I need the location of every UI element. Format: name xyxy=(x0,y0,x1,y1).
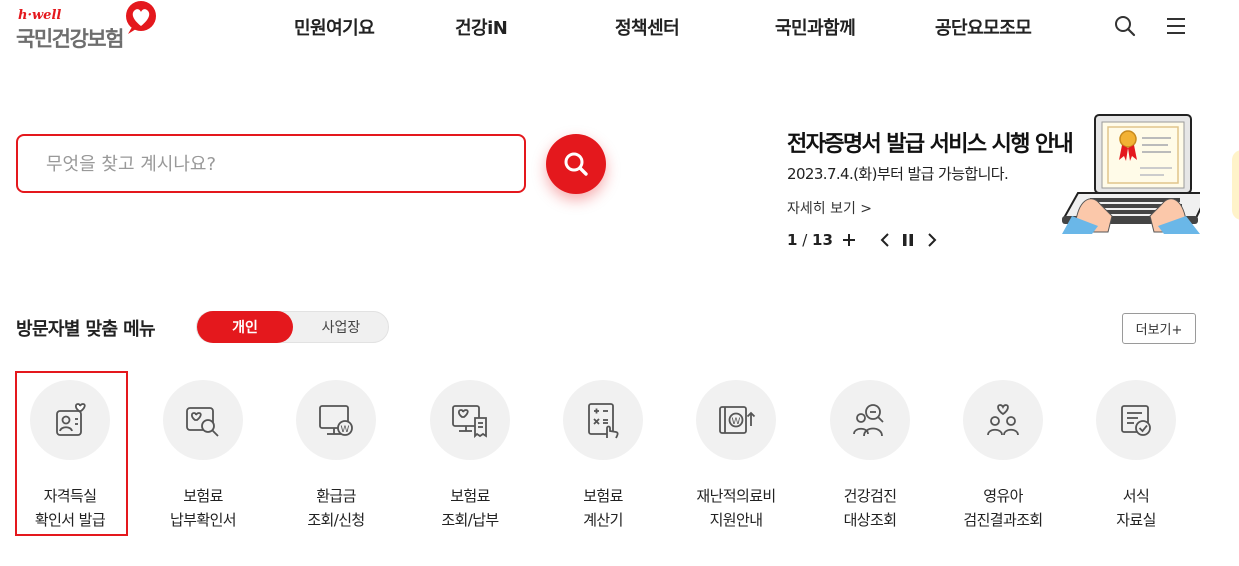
icon-circle xyxy=(30,380,110,460)
menu-item-premium-calculator[interactable]: 보험료 계산기 xyxy=(543,380,663,530)
menu-item-eligibility-certificate[interactable]: 자격득실 확인서 발급 xyxy=(10,380,130,530)
toggle-business[interactable]: 사업장 xyxy=(293,312,389,342)
svg-text:W: W xyxy=(341,425,350,435)
menu-item-forms-library[interactable]: 서식 자료실 xyxy=(1076,380,1196,530)
plus-icon[interactable] xyxy=(840,229,858,251)
icon-circle xyxy=(1096,380,1176,460)
heart-magnifier-icon xyxy=(186,407,219,437)
section-title: 방문자별 맞춤 메뉴 xyxy=(16,319,156,340)
monitor-receipt-icon xyxy=(452,405,487,439)
pager-count: 1 / 13 xyxy=(787,231,833,249)
chevron-right-icon[interactable] xyxy=(923,229,941,251)
icon-circle xyxy=(963,380,1043,460)
menu-item-premium-inquiry-payment[interactable]: 보험료 조회/납부 xyxy=(410,380,530,530)
pager-total: 13 xyxy=(812,231,833,249)
logo-text: 국민건강보험 xyxy=(16,27,124,51)
logo-tagline: h·well xyxy=(18,8,62,23)
banner-title[interactable]: 전자증명서 발급 서비스 시행 안내 xyxy=(787,126,1074,158)
menu-item-label: 보험료 납부확인서 xyxy=(143,484,263,532)
wallet-won-icon: W xyxy=(719,406,756,434)
person-heart-card-icon xyxy=(56,403,86,436)
nav-item-policy-center[interactable]: 정책센터 xyxy=(615,14,680,40)
banner-subtitle: 2023.7.4.(화)부터 발급 가능합니다. xyxy=(787,165,1009,183)
search-input[interactable] xyxy=(46,151,506,177)
nav-item-health-in[interactable]: 건강iN xyxy=(455,14,508,40)
icon-circle: W xyxy=(696,380,776,460)
menu-item-label: 보험료 계산기 xyxy=(543,484,663,532)
label-line-2: 조회/신청 xyxy=(307,511,365,529)
label-line-1: 영유아 xyxy=(983,487,1023,505)
more-button[interactable]: 더보기+ xyxy=(1122,313,1196,344)
calculator-hand-icon xyxy=(588,403,619,439)
label-line-2: 확인서 발급 xyxy=(34,511,106,529)
menu-item-label: 보험료 조회/납부 xyxy=(410,484,530,532)
label-line-2: 검진결과조회 xyxy=(963,511,1043,529)
menu-item-label: 서식 자료실 xyxy=(1076,484,1196,532)
svg-text:W: W xyxy=(732,417,741,427)
pause-icon[interactable] xyxy=(899,229,917,251)
menu-item-infant-checkup-results[interactable]: 영유아 검진결과조회 xyxy=(943,380,1063,530)
search-box xyxy=(16,134,526,193)
label-line-2: 자료실 xyxy=(1116,511,1156,529)
people-search-icon xyxy=(853,404,884,437)
monitor-won-icon: W xyxy=(319,405,353,436)
label-line-1: 보험료 xyxy=(183,487,223,505)
heart-logo-icon xyxy=(126,1,156,34)
menu-item-label: 영유아 검진결과조회 xyxy=(943,484,1063,532)
chevron-left-icon[interactable] xyxy=(876,229,894,251)
nav-item-about[interactable]: 공단요모조모 xyxy=(935,14,1032,40)
pager-current: 1 xyxy=(787,231,798,249)
toggle-individual[interactable]: 개인 xyxy=(197,311,293,343)
menu-item-label: 재난적의료비 지원안내 xyxy=(676,484,796,532)
label-line-1: 보험료 xyxy=(583,487,623,505)
menu-item-premium-payment-certificate[interactable]: 보험료 납부확인서 xyxy=(143,380,263,530)
nav-item-civil-service[interactable]: 민원여기요 xyxy=(294,14,375,40)
label-line-2: 조회/납부 xyxy=(441,511,499,529)
search-button[interactable] xyxy=(546,134,606,194)
nav-item-with-citizens[interactable]: 국민과함께 xyxy=(775,14,856,40)
label-line-2: 납부확인서 xyxy=(169,511,237,529)
banner-more-link[interactable]: 자세히 보기 > xyxy=(787,198,872,218)
label-line-1: 보험료 xyxy=(450,487,490,505)
label-line-1: 재난적의료비 xyxy=(696,487,776,505)
banner-pager: 1 / 13 xyxy=(787,229,937,251)
icon-circle xyxy=(430,380,510,460)
label-line-1: 환급금 xyxy=(316,487,356,505)
label-line-1: 자격득실 xyxy=(43,487,97,505)
visitor-type-toggle: 개인 사업장 xyxy=(196,311,389,343)
search-icon[interactable] xyxy=(1113,14,1137,38)
site-logo[interactable]: h·well 국민건강보험 xyxy=(16,1,166,52)
menu-item-health-checkup-eligibility[interactable]: 건강검진 대상조회 xyxy=(810,380,930,530)
icon-circle xyxy=(830,380,910,460)
menu-item-catastrophic-medical-aid[interactable]: W 재난적의료비 지원안내 xyxy=(676,380,796,530)
next-banner-edge xyxy=(1232,150,1239,220)
menu-item-refund-inquiry[interactable]: W 환급금 조회/신청 xyxy=(276,380,396,530)
menu-item-label: 환급금 조회/신청 xyxy=(276,484,396,532)
label-line-2: 대상조회 xyxy=(843,511,897,529)
hamburger-menu-icon[interactable] xyxy=(1164,14,1188,38)
document-check-icon xyxy=(1121,405,1151,436)
laptop-certificate-illustration xyxy=(1062,114,1200,234)
menu-item-label: 건강검진 대상조회 xyxy=(810,484,930,532)
label-line-2: 지원안내 xyxy=(709,511,763,529)
icon-circle xyxy=(163,380,243,460)
label-line-1: 서식 xyxy=(1122,487,1150,505)
icon-circle: W xyxy=(296,380,376,460)
label-line-1: 건강검진 xyxy=(843,487,897,505)
search-icon xyxy=(564,152,588,176)
family-heart-icon xyxy=(987,404,1019,436)
pager-separator: / xyxy=(797,231,813,249)
icon-circle xyxy=(563,380,643,460)
label-line-2: 계산기 xyxy=(583,511,623,529)
menu-item-label: 자격득실 확인서 발급 xyxy=(10,484,130,532)
